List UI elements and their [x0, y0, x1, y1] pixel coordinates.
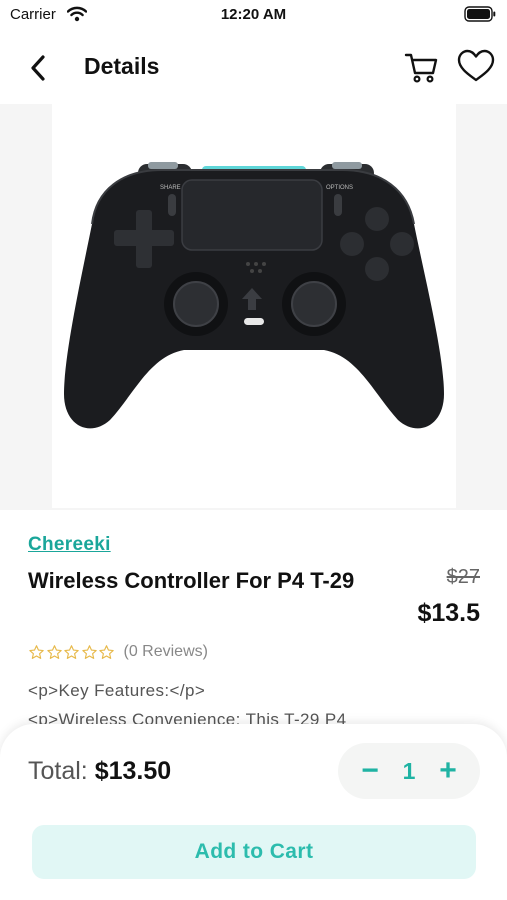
description-line: <p>Key Features:</p> [28, 681, 206, 700]
star-outline-icon [46, 644, 62, 659]
game-controller-image: SHARE OPTIONS [64, 162, 444, 429]
cart-icon [404, 53, 438, 83]
add-to-cart-button[interactable]: Add to Cart [32, 825, 476, 879]
star-rating [28, 644, 116, 661]
rating-row[interactable]: (0 Reviews) [28, 641, 208, 663]
svg-text:OPTIONS: OPTIONS [326, 185, 353, 191]
brand-link[interactable]: Chereeki [28, 534, 111, 556]
svg-text:SHARE: SHARE [160, 185, 181, 191]
star-outline-icon [99, 644, 114, 659]
star-outline-icon [64, 644, 79, 659]
quantity-value: 1 [402, 757, 416, 784]
total-row: Total: $13.50 [28, 757, 171, 786]
heart-icon [457, 49, 495, 82]
sale-price: $13.5 [417, 599, 480, 627]
favorite-button[interactable] [455, 45, 497, 87]
page-title: Details [84, 53, 160, 79]
total-label: Total: [28, 757, 88, 785]
nav-bar: Details [0, 36, 507, 98]
back-chevron-icon [31, 55, 45, 81]
cart-button[interactable] [401, 46, 443, 88]
status-bar: Carrier 12:20 AM [0, 0, 507, 32]
decrease-quantity-button[interactable]: − [356, 756, 384, 786]
product-image[interactable]: SHARE OPTIONS [52, 104, 456, 508]
quantity-stepper: − 1 + [338, 743, 480, 799]
total-value: $13.50 [94, 757, 172, 785]
original-price: $27 [446, 566, 480, 588]
status-time: 12:20 AM [220, 6, 287, 23]
checkout-panel: Total: $13.50 − 1 + Add to Cart [0, 724, 507, 900]
back-button[interactable] [18, 48, 58, 88]
star-outline-icon [29, 644, 44, 659]
battery-icon [464, 6, 496, 22]
product-image-area: SHARE OPTIONS [0, 104, 507, 510]
product-title: Wireless Controller For P4 T-29 [28, 568, 355, 593]
increase-quantity-button[interactable]: + [434, 756, 462, 786]
review-count[interactable]: (0 Reviews) [124, 643, 208, 661]
star-outline-icon [81, 644, 97, 659]
